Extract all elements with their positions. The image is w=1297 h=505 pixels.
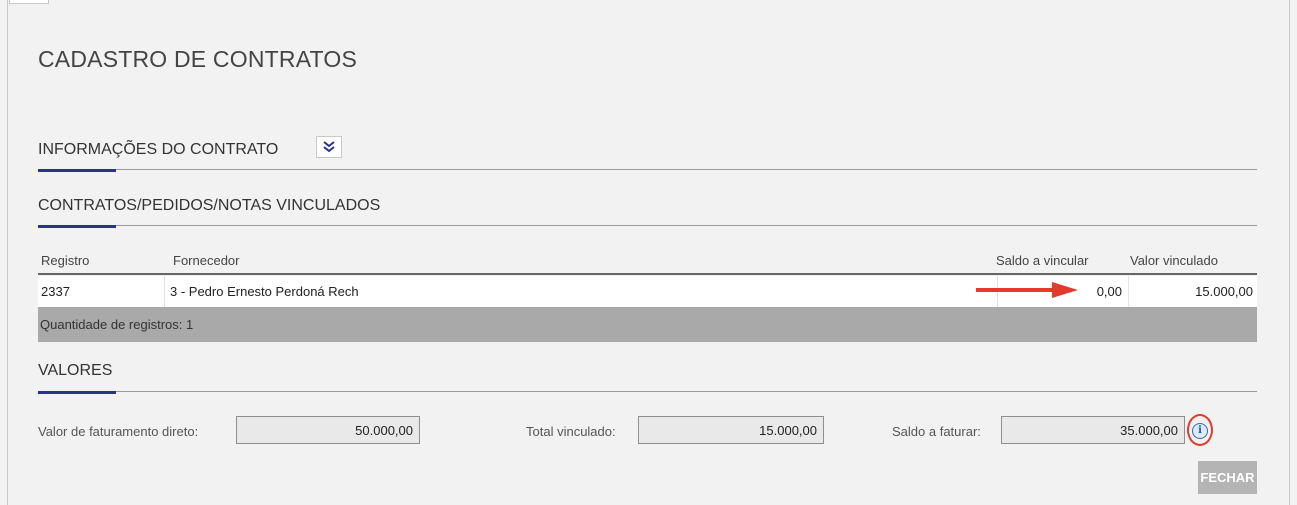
section-title-values: VALORES bbox=[38, 362, 113, 379]
section-rule-linked bbox=[38, 225, 1257, 226]
saldo-label: Saldo a faturar: bbox=[892, 424, 981, 439]
panel-right-border bbox=[1289, 0, 1290, 505]
cell-saldo: 0,00 bbox=[998, 276, 1129, 307]
window-tab-stub bbox=[9, 0, 49, 4]
faturamento-field[interactable] bbox=[236, 416, 420, 444]
cell-valor: 15.000,00 bbox=[1195, 284, 1253, 299]
section-accent-values bbox=[38, 391, 116, 394]
cell-registro: 2337 bbox=[38, 276, 165, 307]
section-rule-info bbox=[38, 169, 1257, 170]
section-accent-linked bbox=[38, 225, 116, 228]
column-header-saldo[interactable]: Saldo a vincular bbox=[996, 253, 1089, 268]
column-header-registro[interactable]: Registro bbox=[41, 253, 89, 268]
close-button[interactable]: FECHAR bbox=[1198, 461, 1257, 494]
section-rule-values bbox=[38, 391, 1257, 392]
grid-footer-count: Quantidade de registros: 1 bbox=[38, 307, 1257, 342]
vinculado-field[interactable] bbox=[638, 416, 824, 444]
grid-header: Registro Fornecedor Saldo a vincular Val… bbox=[38, 247, 1257, 273]
section-title-info: INFORMAÇÕES DO CONTRATO bbox=[38, 141, 279, 158]
saldo-field[interactable] bbox=[1001, 416, 1185, 444]
cell-fornecedor: 3 - Pedro Ernesto Perdoná Rech bbox=[165, 276, 998, 307]
grid-header-rule bbox=[38, 273, 1257, 275]
vinculado-label: Total vinculado: bbox=[526, 424, 616, 439]
page-title: CADASTRO DE CONTRATOS bbox=[38, 46, 357, 72]
column-header-fornecedor[interactable]: Fornecedor bbox=[173, 253, 239, 268]
expand-info-button[interactable] bbox=[316, 136, 342, 158]
column-header-valor[interactable]: Valor vinculado bbox=[1130, 253, 1218, 268]
panel-left-border bbox=[7, 0, 8, 505]
faturamento-label: Valor de faturamento direto: bbox=[38, 424, 199, 439]
section-accent-info bbox=[38, 169, 116, 172]
info-icon[interactable]: i bbox=[1192, 423, 1208, 439]
section-title-linked: CONTRATOS/PEDIDOS/NOTAS VINCULADOS bbox=[38, 197, 381, 214]
table-row[interactable]: 2337 3 - Pedro Ernesto Perdoná Rech 0,00… bbox=[38, 276, 1257, 307]
double-chevron-down-icon bbox=[323, 141, 335, 153]
